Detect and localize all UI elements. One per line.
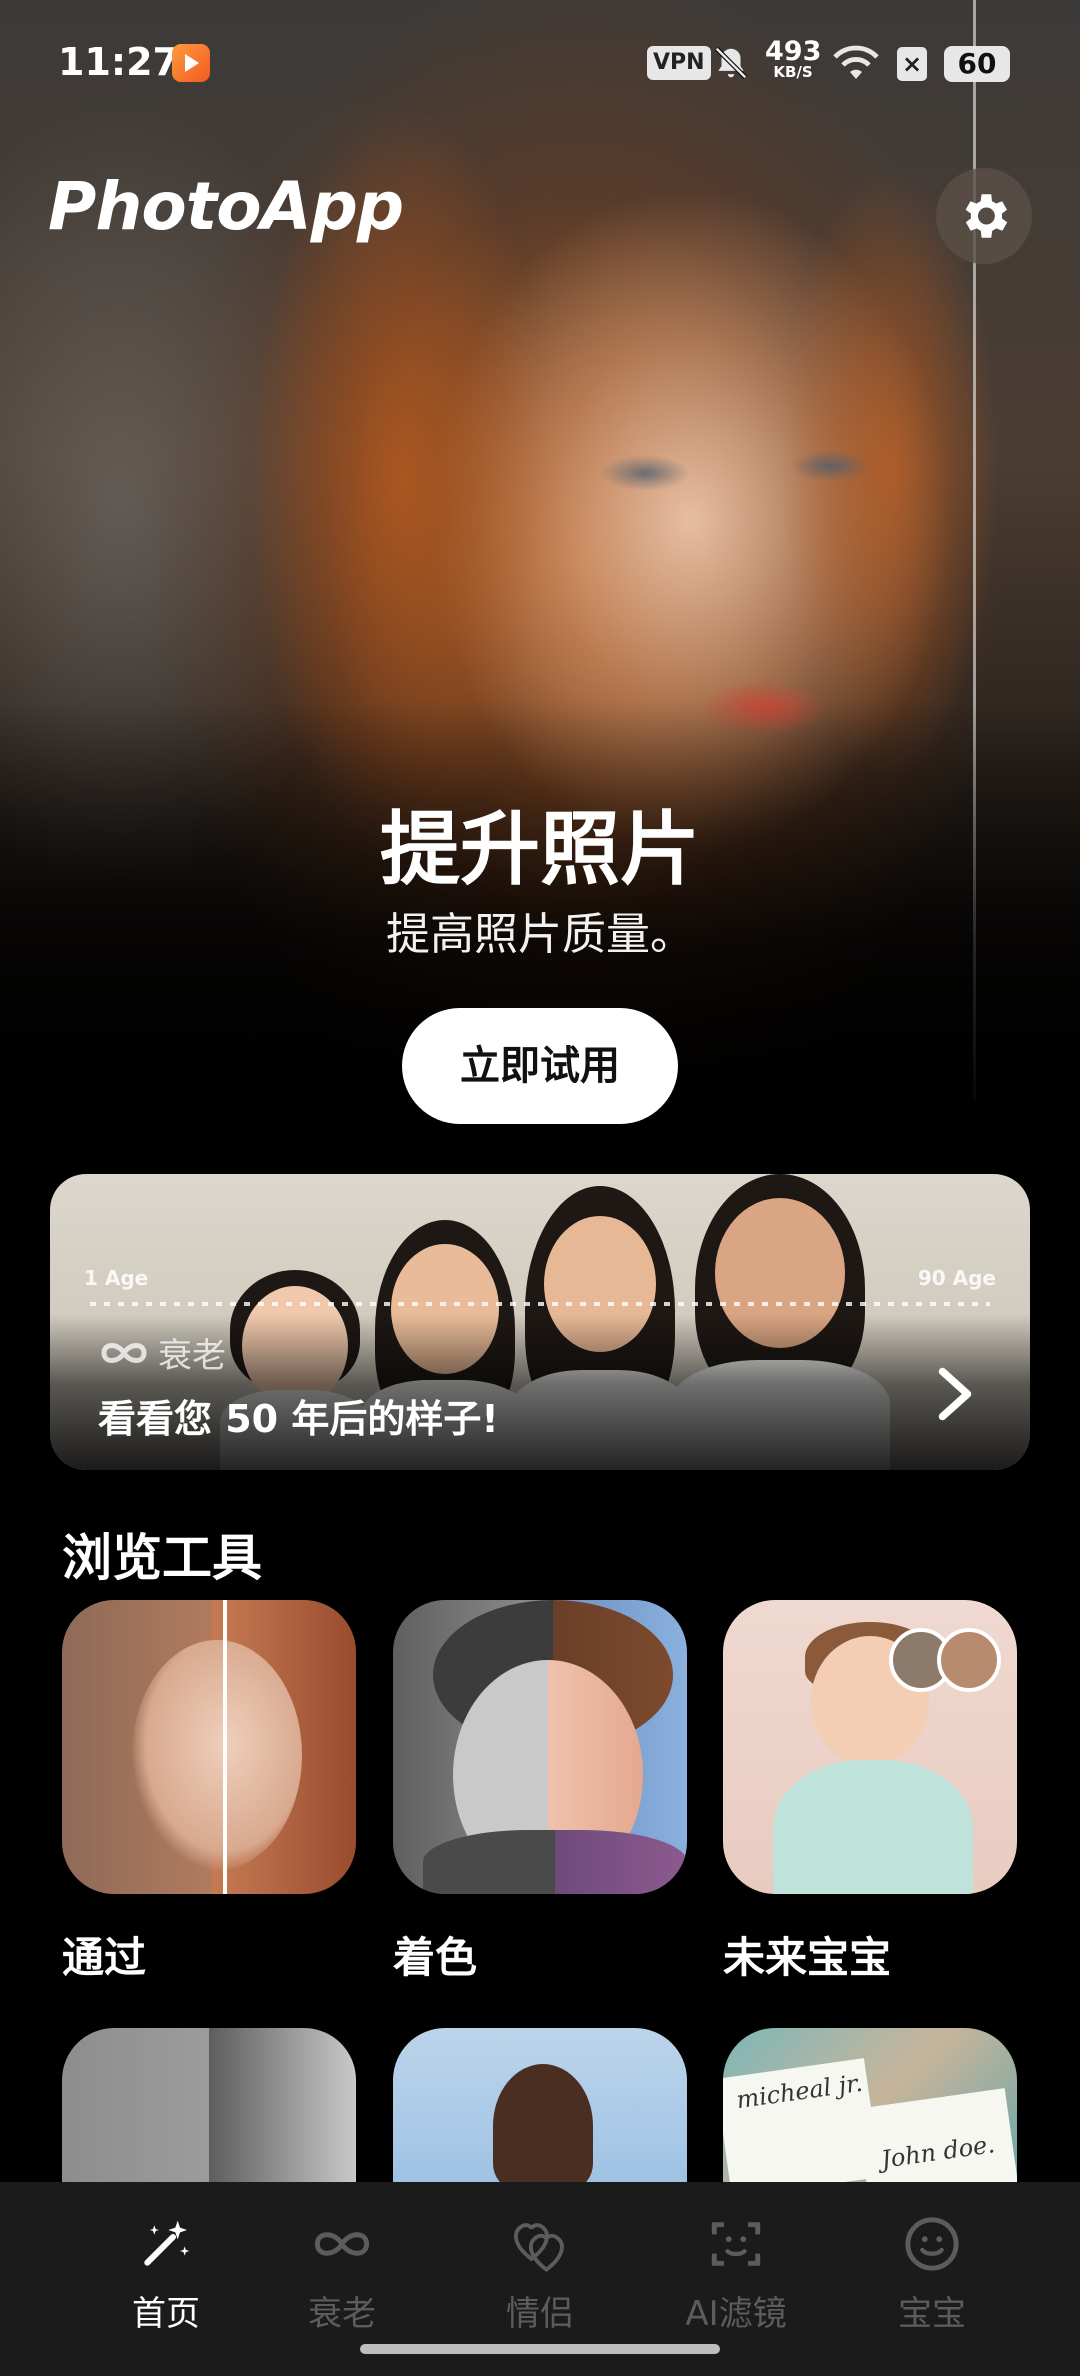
bell-muted-icon [715,47,747,79]
settings-button[interactable] [936,168,1032,264]
home-indicator[interactable] [360,2344,720,2354]
smiley-icon [905,2217,959,2271]
tool-future-baby[interactable]: 未来宝宝 [723,1600,1017,1985]
aging-banner[interactable]: 1 Age 90 Age 衰老 看看您 50 年后的样子! [50,1174,1030,1470]
aging-tag: 衰老 [98,1328,226,1377]
age-start-label: 1 Age [84,1266,149,1290]
tab-home-label: 首页 [132,2294,200,2334]
tab-baby[interactable]: 宝宝 [842,2212,1022,2335]
age-end-label: 90 Age [917,1266,996,1290]
infinity-icon [314,2232,370,2256]
battery-indicator: 60 [944,46,1010,82]
wifi-icon [833,45,879,79]
vpn-badge: VPN [647,46,711,80]
tab-ai-filter-label: AI滤镜 [685,2294,787,2334]
tool-row2-portrait[interactable] [393,2028,687,2188]
network-speed: 493 KB/S [765,38,821,80]
video-app-notification-icon [172,44,210,82]
tool-colorize-thumbnail [393,1600,687,1894]
tab-baby-label: 宝宝 [898,2294,966,2334]
infinity-icon [101,1342,147,1363]
gear-icon [965,194,1008,238]
hearts-icon [514,2223,564,2273]
tool-future-baby-thumbnail [723,1600,1017,1894]
tab-home[interactable]: 首页 [76,2212,256,2335]
face-scan-icon [711,2222,761,2266]
status-bar: 11:27 VPN 493 KB/S × 60 [0,0,1080,125]
age-scale-dots [90,1302,990,1306]
magic-wand-icon [144,2220,190,2266]
tab-aging[interactable]: 衰老 [252,2212,432,2335]
tool-row2-polaroid[interactable]: micheal jr. John doe. [723,2028,1017,2188]
hero-eye-right [790,450,870,482]
parent-avatar-2 [937,1628,1001,1692]
tools-section-title: 浏览工具 [62,1529,262,1587]
status-time: 11:27 [58,40,179,84]
tool-colorize-label: 着色 [393,1933,478,1982]
tab-aging-label: 衰老 [308,2294,376,2334]
tab-ai-filter[interactable]: AI滤镜 [646,2212,826,2335]
hero-subtitle: 提高照片质量。 [386,909,694,960]
polaroid-card-2: John doe. [856,2088,1017,2188]
tool-future-baby-label: 未来宝宝 [723,1933,892,1982]
tab-couple-label: 情侣 [506,2294,574,2334]
tool-enhance[interactable]: 通过 [62,1600,356,1985]
hero-eye-left [600,455,690,491]
polaroid-caption-1: micheal jr. [734,2068,865,2115]
tool-enhance-thumbnail [62,1600,356,1894]
network-speed-unit: KB/S [773,63,813,81]
tab-couple[interactable]: 情侣 [450,2212,630,2335]
aging-tag-label: 衰老 [158,1336,226,1376]
no-sim-icon: × [897,47,927,81]
app-logo: PhotoApp [48,168,404,245]
network-speed-value: 493 [765,36,822,67]
aging-tagline: 看看您 50 年后的样子! [98,1397,499,1441]
try-now-button[interactable]: 立即试用 [402,1008,678,1124]
tool-row2-couple-vintage[interactable] [62,2028,356,2188]
tool-colorize[interactable]: 着色 [393,1600,687,1985]
tool-enhance-label: 通过 [62,1933,147,1982]
hero-title: 提升照片 [380,803,700,896]
polaroid-caption-2: John doe. [879,2130,997,2174]
polaroid-card-1: micheal jr. [723,2058,881,2188]
chevron-right-icon [938,1367,972,1421]
